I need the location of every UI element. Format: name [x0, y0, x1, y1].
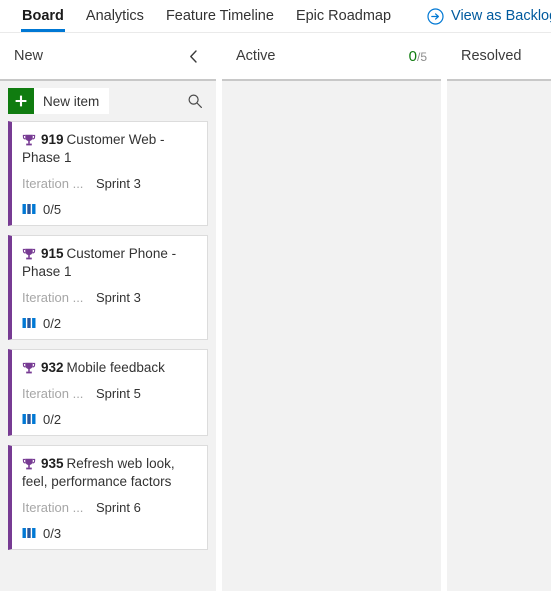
card-field-value: Sprint 6 — [96, 500, 141, 515]
board-column-active: Active 0/5 — [222, 33, 441, 591]
card-field-row: Iteration ... Sprint 3 — [22, 176, 197, 191]
card-field-row: Iteration ... Sprint 5 — [22, 386, 197, 401]
view-as-backlog-label: View as Backlog — [451, 8, 551, 24]
card-field-value: Sprint 3 — [96, 290, 141, 305]
search-icon[interactable] — [184, 90, 206, 112]
column-wip-counter: 0/5 — [409, 48, 427, 65]
trophy-icon — [22, 247, 36, 261]
column-toolbar-new: New item — [0, 81, 216, 121]
tab-board-label: Board — [22, 8, 64, 24]
card-field-label: Iteration ... — [22, 500, 84, 515]
card-field-label: Iteration ... — [22, 290, 84, 305]
tab-board[interactable]: Board — [11, 0, 75, 33]
tab-epic-roadmap[interactable]: Epic Roadmap — [285, 0, 402, 33]
card-progress-text: 0/3 — [43, 526, 62, 541]
card-id: 935 — [41, 456, 64, 471]
card-field-row: Iteration ... Sprint 6 — [22, 500, 197, 515]
card-id: 919 — [41, 132, 64, 147]
tab-feature-timeline[interactable]: Feature Timeline — [155, 0, 285, 33]
column-header-resolved: Resolved — [447, 33, 551, 79]
card-field-value: Sprint 5 — [96, 386, 141, 401]
card-footer: 0/2 — [22, 316, 197, 331]
progress-bars-icon — [22, 203, 36, 216]
column-body-new: New item 919 Customer Web - Phase 1 Iter… — [0, 79, 216, 591]
card-footer: 0/2 — [22, 412, 197, 427]
work-item-card[interactable]: 919 Customer Web - Phase 1 Iteration ... … — [8, 121, 208, 226]
new-item-button[interactable]: New item — [8, 88, 110, 114]
board-column-new: New New item 919 Customer Web - Phase 1 … — [0, 33, 216, 591]
tab-analytics[interactable]: Analytics — [75, 0, 155, 33]
card-title: Mobile feedback — [66, 360, 165, 375]
card-progress-text: 0/5 — [43, 202, 62, 217]
tab-epic-roadmap-label: Epic Roadmap — [295, 8, 392, 24]
work-item-card[interactable]: 935 Refresh web look, feel, performance f… — [8, 445, 208, 550]
card-title-row: 915 Customer Phone - Phase 1 — [22, 245, 197, 281]
card-field-label: Iteration ... — [22, 386, 84, 401]
top-navigation-bar: Board Analytics Feature Timeline Epic Ro… — [0, 0, 551, 33]
card-progress-text: 0/2 — [43, 412, 62, 427]
chevron-left-icon[interactable] — [184, 47, 202, 65]
card-progress-text: 0/2 — [43, 316, 62, 331]
trophy-icon — [22, 133, 36, 147]
card-id: 915 — [41, 246, 64, 261]
board-column-resolved: Resolved — [447, 33, 551, 591]
column-title-resolved: Resolved — [461, 48, 522, 64]
card-field-label: Iteration ... — [22, 176, 84, 191]
wip-current-count: 0 — [408, 47, 417, 65]
tab-analytics-label: Analytics — [85, 8, 144, 24]
tab-feature-timeline-label: Feature Timeline — [165, 8, 274, 24]
card-footer: 0/5 — [22, 202, 197, 217]
column-header-new: New — [0, 33, 216, 79]
progress-bars-icon — [22, 527, 36, 540]
progress-bars-icon — [22, 317, 36, 330]
wip-limit: 5 — [420, 49, 427, 64]
card-footer: 0/3 — [22, 526, 197, 541]
work-item-card[interactable]: 932 Mobile feedback Iteration ... Sprint … — [8, 349, 208, 436]
column-title-active: Active — [236, 48, 276, 64]
work-item-card[interactable]: 915 Customer Phone - Phase 1 Iteration ..… — [8, 235, 208, 340]
arrow-circle-right-icon — [427, 7, 444, 25]
view-as-backlog-button[interactable]: View as Backlog — [427, 7, 551, 25]
card-title-row: 935 Refresh web look, feel, performance f… — [22, 455, 197, 491]
card-id: 932 — [41, 360, 64, 375]
card-title-row: 932 Mobile feedback — [22, 359, 197, 377]
card-title-row: 919 Customer Web - Phase 1 — [22, 131, 197, 167]
column-body-active[interactable] — [222, 79, 441, 591]
card-field-row: Iteration ... Sprint 3 — [22, 290, 197, 305]
trophy-icon — [22, 361, 36, 375]
new-item-label: New item — [43, 93, 100, 109]
column-title-new: New — [14, 48, 44, 64]
card-list-new: 919 Customer Web - Phase 1 Iteration ... … — [0, 121, 216, 550]
trophy-icon — [22, 457, 36, 471]
kanban-board: New New item 919 Customer Web - Phase 1 … — [0, 33, 551, 591]
column-header-active: Active 0/5 — [222, 33, 441, 79]
column-body-resolved[interactable] — [447, 79, 551, 591]
plus-icon — [8, 88, 34, 114]
card-field-value: Sprint 3 — [96, 176, 141, 191]
progress-bars-icon — [22, 413, 36, 426]
